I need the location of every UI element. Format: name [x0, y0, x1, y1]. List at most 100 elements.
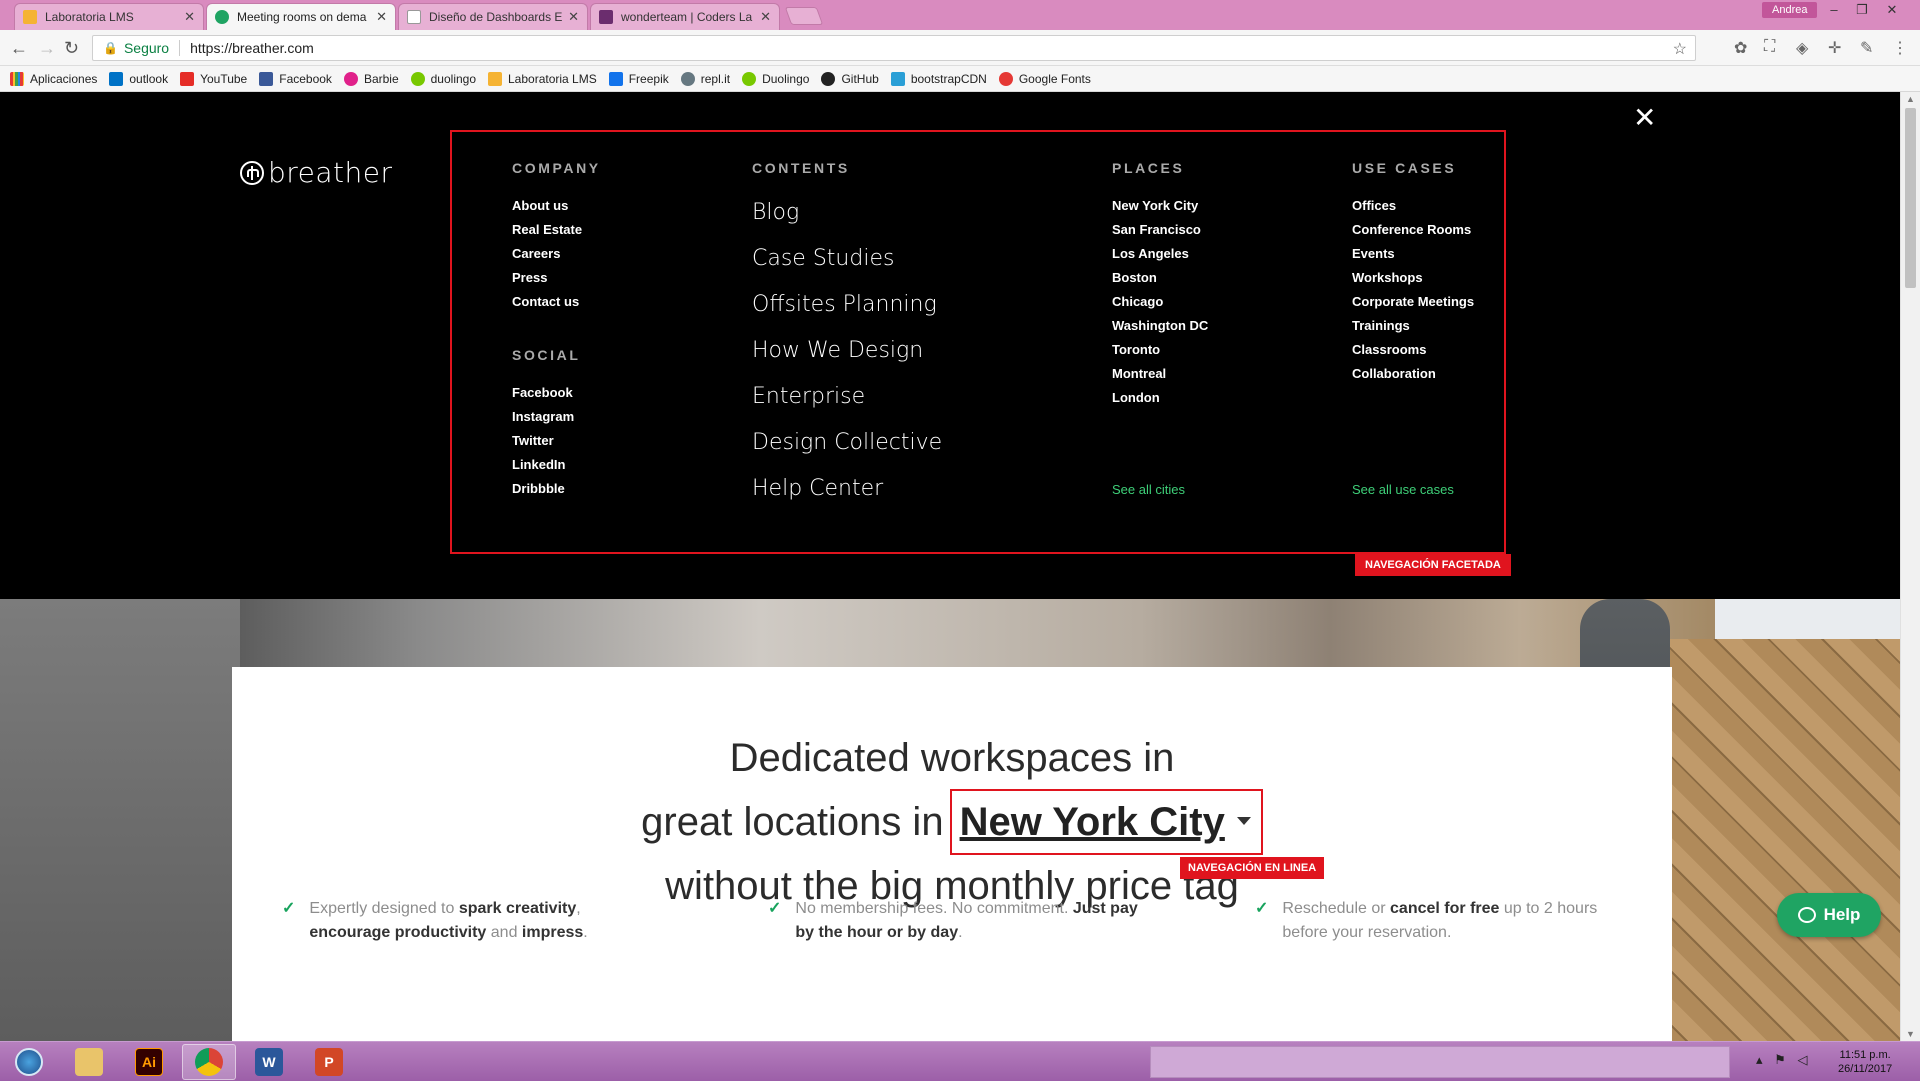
close-icon[interactable]: ✕	[760, 9, 771, 25]
close-icon[interactable]: ✕	[376, 9, 387, 25]
help-button[interactable]: Help	[1777, 893, 1881, 937]
taskbar-explorer[interactable]	[62, 1044, 116, 1080]
close-icon[interactable]: ✕	[568, 9, 579, 25]
contents-link-blog[interactable]: Blog	[752, 190, 942, 236]
place-link[interactable]: Boston	[1112, 266, 1208, 290]
place-link[interactable]: Montreal	[1112, 362, 1208, 386]
menu-dots-icon[interactable]: ⋮	[1892, 38, 1908, 58]
city-selector[interactable]: New York City	[949, 789, 1263, 855]
laboratoria-icon	[488, 71, 502, 86]
use-case-link[interactable]: Events	[1352, 242, 1474, 266]
contents-link-case-studies[interactable]: Case Studies	[752, 236, 942, 282]
tab-dashboards[interactable]: Diseño de Dashboards E ✕	[398, 3, 588, 30]
reload-icon[interactable]: ↻	[64, 38, 79, 59]
start-button[interactable]	[2, 1044, 56, 1080]
place-link[interactable]: Washington DC	[1112, 314, 1208, 338]
contents-link-enterprise[interactable]: Enterprise	[752, 374, 942, 420]
place-link[interactable]: Chicago	[1112, 290, 1208, 314]
use-case-link[interactable]: Collaboration	[1352, 362, 1474, 386]
forward-icon[interactable]: →	[38, 38, 56, 59]
close-menu-icon[interactable]: ✕	[1633, 104, 1656, 132]
system-clock[interactable]: 11:51 p.m. 26/11/2017	[1838, 1048, 1892, 1076]
social-link-dribbble[interactable]: Dribbble	[512, 477, 574, 501]
social-link-twitter[interactable]: Twitter	[512, 429, 574, 453]
taskbar-chrome[interactable]	[182, 1044, 236, 1080]
tab-meeting-rooms[interactable]: Meeting rooms on dema ✕	[206, 3, 396, 30]
menu-link-real-estate[interactable]: Real Estate	[512, 218, 582, 242]
use-case-link[interactable]: Classrooms	[1352, 338, 1474, 362]
contents-link-offsites[interactable]: Offsites Planning	[752, 282, 942, 328]
menu-link-careers[interactable]: Careers	[512, 242, 582, 266]
bookmark-aplicaciones[interactable]: Aplicaciones	[10, 71, 98, 86]
bookmark-label: Aplicaciones	[30, 71, 98, 86]
use-case-link[interactable]: Conference Rooms	[1352, 218, 1474, 242]
contents-link-help-center[interactable]: Help Center	[752, 466, 942, 512]
system-tray[interactable]: ▴ ⚑ ◁	[1756, 1052, 1807, 1068]
bookmark-laboratoria[interactable]: Laboratoria LMS	[488, 71, 597, 86]
bookmark-facebook[interactable]: Facebook	[259, 71, 332, 86]
tray-expand-icon[interactable]: ▴	[1756, 1052, 1763, 1067]
see-all-cities-link[interactable]: See all cities	[1112, 482, 1185, 497]
use-case-link[interactable]: Trainings	[1352, 314, 1474, 338]
page-scrollbar[interactable]: ▲ ▼	[1900, 92, 1920, 1041]
bookmark-google-fonts[interactable]: Google Fonts	[998, 71, 1091, 86]
bookmark-label: bootstrapCDN	[910, 71, 987, 86]
place-link[interactable]: London	[1112, 386, 1208, 410]
place-link[interactable]: San Francisco	[1112, 218, 1208, 242]
bookmark-freepik[interactable]: Freepik	[608, 71, 669, 86]
window-close-icon[interactable]: ✕	[1878, 2, 1906, 18]
scroll-up-icon[interactable]: ▲	[1906, 94, 1915, 104]
bookmark-duolingo-2[interactable]: Duolingo	[742, 71, 809, 86]
address-input[interactable]: 🔒 Seguro https://breather.com ☆	[92, 35, 1696, 61]
bookmark-outlook[interactable]: outlook	[109, 71, 168, 86]
new-tab-button[interactable]	[784, 7, 824, 25]
social-link-facebook[interactable]: Facebook	[512, 381, 574, 405]
volume-icon[interactable]: ◁	[1797, 1052, 1807, 1067]
close-icon[interactable]: ✕	[184, 9, 195, 25]
tab-wonderteam[interactable]: wonderteam | Coders La ✕	[590, 3, 780, 30]
hero-headline: Dedicated workspaces in great locations …	[232, 727, 1672, 917]
back-icon[interactable]: ←	[10, 38, 28, 59]
place-link[interactable]: Los Angeles	[1112, 242, 1208, 266]
use-case-link[interactable]: Offices	[1352, 194, 1474, 218]
shield-icon[interactable]: ◈	[1796, 38, 1808, 58]
extension-icon[interactable]: ✿	[1734, 38, 1747, 58]
bookmark-replit[interactable]: repl.it	[680, 71, 730, 86]
bookmark-github[interactable]: GitHub	[821, 71, 879, 86]
bookmark-duolingo[interactable]: duolingo	[410, 71, 476, 86]
tab-laboratoria[interactable]: Laboratoria LMS ✕	[14, 3, 204, 30]
use-cases-heading: USE CASES	[1352, 160, 1457, 176]
move-icon[interactable]: ✛	[1828, 38, 1841, 58]
taskbar-illustrator[interactable]: Ai	[122, 1044, 176, 1080]
social-link-instagram[interactable]: Instagram	[512, 405, 574, 429]
flag-icon[interactable]: ⚑	[1774, 1052, 1786, 1067]
bookmark-star-icon[interactable]: ☆	[1673, 39, 1687, 59]
hero-card: Dedicated workspaces in great locations …	[232, 667, 1672, 1041]
minimize-icon[interactable]: –	[1820, 2, 1848, 17]
use-case-link[interactable]: Corporate Meetings	[1352, 290, 1474, 314]
menu-link-contact[interactable]: Contact us	[512, 290, 582, 314]
scroll-down-icon[interactable]: ▼	[1906, 1029, 1915, 1039]
place-link[interactable]: Toronto	[1112, 338, 1208, 362]
contents-link-how-we-design[interactable]: How We Design	[752, 328, 942, 374]
bookmark-barbie[interactable]: Barbie	[343, 71, 399, 86]
eyedropper-icon[interactable]: ✎	[1860, 38, 1873, 58]
restore-icon[interactable]: ❐	[1848, 2, 1876, 18]
bookmark-youtube[interactable]: YouTube	[180, 71, 247, 86]
breather-logo[interactable]: breather	[240, 156, 393, 189]
bookmark-bootstrapcdn[interactable]: bootstrapCDN	[890, 71, 987, 86]
taskbar-word[interactable]: W	[242, 1044, 296, 1080]
scroll-thumb[interactable]	[1905, 108, 1916, 288]
contents-link-design-collective[interactable]: Design Collective	[752, 420, 942, 466]
github-icon	[821, 71, 836, 86]
profile-badge[interactable]: Andrea	[1762, 2, 1818, 18]
place-link[interactable]: New York City	[1112, 194, 1208, 218]
social-link-linkedin[interactable]: LinkedIn	[512, 453, 574, 477]
menu-link-press[interactable]: Press	[512, 266, 582, 290]
taskbar-powerpoint[interactable]: P	[302, 1044, 356, 1080]
company-heading: COMPANY	[512, 160, 601, 176]
menu-link-about[interactable]: About us	[512, 194, 582, 218]
screenshot-icon[interactable]: ⛶	[1764, 38, 1775, 56]
use-case-link[interactable]: Workshops	[1352, 266, 1474, 290]
see-all-use-cases-link[interactable]: See all use cases	[1352, 482, 1454, 497]
